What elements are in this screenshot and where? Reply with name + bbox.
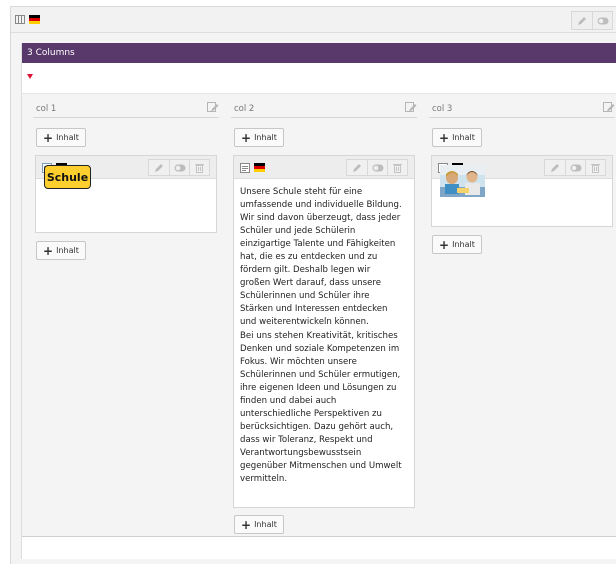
content-card-textpic	[431, 155, 613, 227]
column-label: col 3	[432, 104, 453, 114]
german-flag-icon	[29, 15, 40, 24]
add-content-label: Inhalt	[452, 133, 475, 142]
column-2: col 2 + Inhalt Unsere Schule steht für e…	[231, 94, 417, 538]
visibility-toggle-icon[interactable]	[565, 160, 585, 175]
column-edit-icon[interactable]	[603, 102, 615, 113]
pencil-icon[interactable]	[149, 160, 169, 175]
container-title: 3 Columns	[22, 43, 616, 63]
card-actions	[544, 159, 606, 176]
column-3: col 3 + Inhalt + Inhalt	[429, 94, 615, 538]
outer-element-header	[11, 7, 616, 33]
three-columns-container: 3 Columns col 1 + Inhalt Schule + Inhalt…	[21, 43, 616, 559]
add-content-label: Inhalt	[254, 133, 277, 142]
pencil-icon[interactable]	[347, 160, 367, 175]
card-actions	[346, 159, 408, 176]
visibility-toggle-icon[interactable]	[367, 160, 387, 175]
column-label: col 2	[234, 104, 255, 114]
trash-icon[interactable]	[189, 160, 209, 175]
add-content-label: Inhalt	[56, 133, 79, 142]
trash-icon[interactable]	[387, 160, 407, 175]
plus-icon: +	[439, 130, 450, 145]
trash-icon[interactable]	[585, 160, 605, 175]
add-content-button[interactable]: + Inhalt	[36, 128, 86, 147]
add-content-button[interactable]: + Inhalt	[234, 515, 284, 534]
column-label: col 1	[36, 104, 57, 114]
add-content-label: Inhalt	[452, 240, 475, 249]
add-content-button[interactable]: + Inhalt	[234, 128, 284, 147]
text-content: Unsere Schule steht für eine umfassende …	[240, 187, 402, 485]
outer-grid-element: 3 Columns col 1 + Inhalt Schule + Inhalt…	[10, 6, 616, 564]
plus-icon: +	[241, 517, 252, 532]
pencil-icon[interactable]	[545, 160, 565, 175]
column-1: col 1 + Inhalt Schule + Inhalt	[33, 94, 219, 538]
column-header: col 3	[429, 94, 615, 118]
column-edit-icon[interactable]	[405, 102, 417, 113]
german-flag-icon	[254, 163, 265, 172]
column-header: col 1	[33, 94, 219, 118]
grid-layout-icon	[15, 15, 25, 24]
plus-icon: +	[43, 243, 54, 258]
plus-icon: +	[241, 130, 252, 145]
add-content-label: Inhalt	[56, 246, 79, 255]
plus-icon: +	[439, 237, 450, 252]
column-header: col 2	[231, 94, 417, 118]
text-content-icon	[240, 163, 250, 173]
pencil-icon[interactable]	[572, 12, 592, 29]
visibility-toggle-icon[interactable]	[169, 160, 189, 175]
plus-icon: +	[43, 130, 54, 145]
add-content-button[interactable]: + Inhalt	[432, 235, 482, 254]
card-header	[234, 156, 414, 179]
schule-sign-image: Schule	[44, 165, 91, 189]
add-content-button[interactable]: + Inhalt	[36, 241, 86, 260]
card-actions	[148, 159, 210, 176]
outer-element-actions	[571, 11, 613, 30]
children-learning-photo	[440, 165, 485, 197]
columns-area: col 1 + Inhalt Schule + Inhalt col 2 + I…	[22, 93, 616, 537]
add-content-button[interactable]: + Inhalt	[432, 128, 482, 147]
add-content-label: Inhalt	[254, 520, 277, 529]
content-card-text: Unsere Schule steht für eine umfassende …	[233, 155, 415, 508]
column-edit-icon[interactable]	[207, 102, 219, 113]
visibility-toggle-icon[interactable]	[592, 12, 612, 29]
collapse-caret-icon[interactable]	[27, 74, 33, 79]
content-card-image: Schule	[35, 155, 217, 233]
